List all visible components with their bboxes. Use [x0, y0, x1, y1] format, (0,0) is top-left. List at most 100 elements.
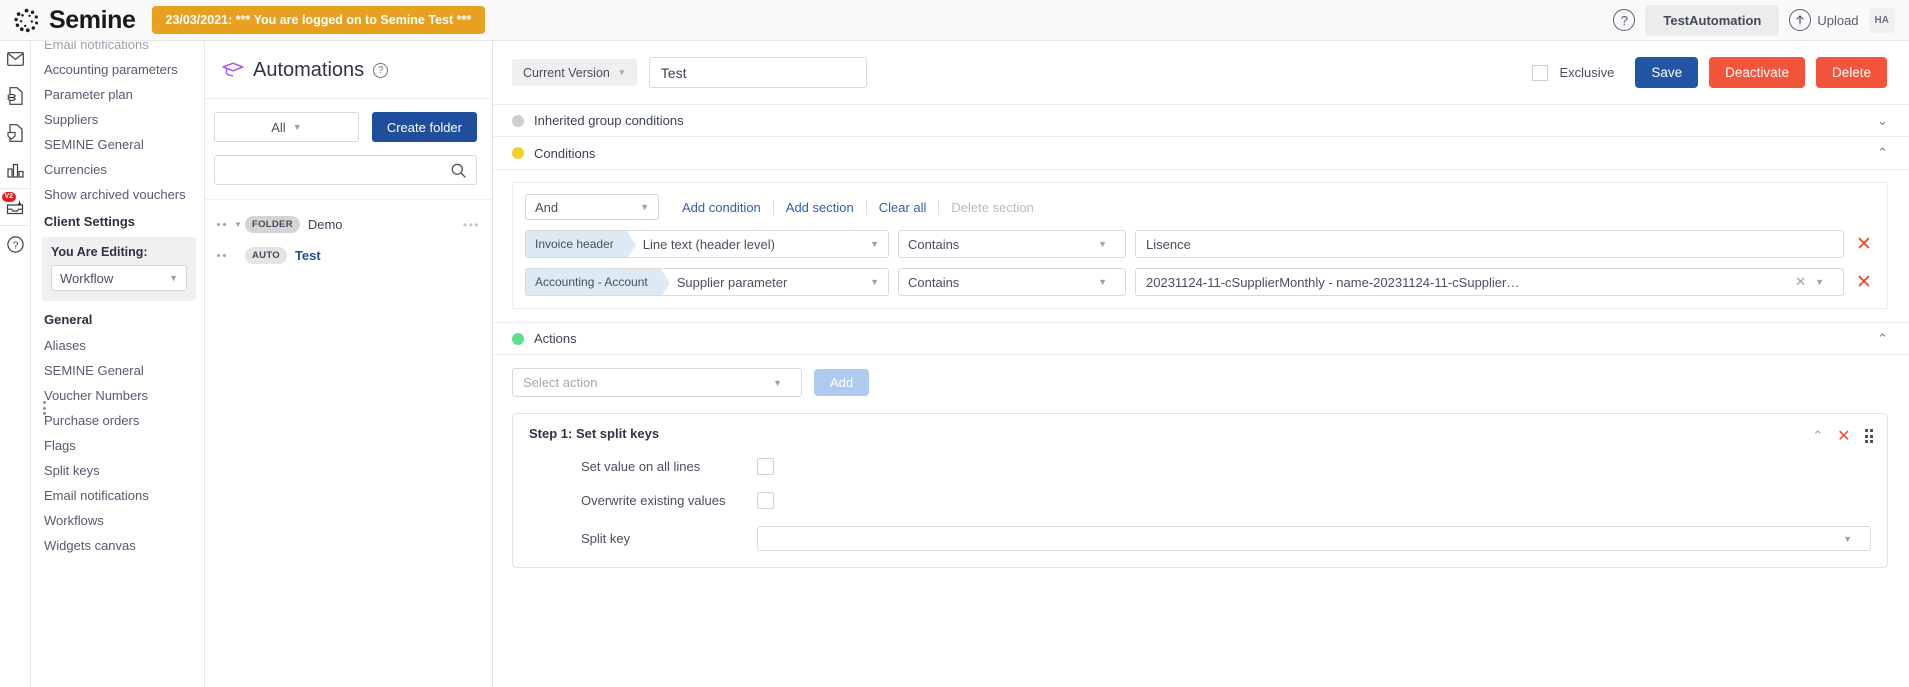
create-folder-button[interactable]: Create folder: [372, 112, 477, 142]
environment-chip[interactable]: TestAutomation: [1645, 5, 1779, 36]
panel-resize-handle[interactable]: [43, 401, 46, 415]
remove-step-icon[interactable]: ✕: [1837, 426, 1850, 446]
nav-item-semine-general[interactable]: SEMINE General: [31, 358, 204, 383]
chevron-down-icon[interactable]: ⌄: [1877, 113, 1888, 129]
condition-field-value: Line text (header level): [643, 237, 775, 252]
nav-item-email-notifications[interactable]: Email notifications: [31, 483, 204, 508]
nav-item-show-archived-vouchers[interactable]: Show archived vouchers: [31, 182, 204, 207]
svg-text:?: ?: [12, 240, 18, 251]
automations-filter-value: All: [271, 120, 285, 135]
step-field-label: Set value on all lines: [529, 459, 757, 474]
rail-item-document-export-icon[interactable]: [0, 115, 31, 152]
search-input[interactable]: [225, 162, 451, 179]
nav-item-suppliers[interactable]: Suppliers: [31, 107, 204, 132]
drag-handle-icon[interactable]: [217, 223, 231, 226]
question-circle-icon[interactable]: ?: [373, 63, 388, 78]
editor-actions: Exclusive Save Deactivate Delete: [1532, 57, 1887, 88]
nav-item-purchase-orders[interactable]: Purchase orders: [31, 408, 204, 433]
brand[interactable]: Semine: [13, 7, 136, 34]
upload-label: Upload: [1817, 13, 1858, 28]
exclusive-checkbox[interactable]: [1532, 65, 1548, 81]
save-button[interactable]: Save: [1635, 57, 1698, 88]
condition-operator-select[interactable]: Contains ▼: [898, 268, 1126, 296]
actions-section[interactable]: Actions ⌃: [493, 322, 1909, 355]
search-icon[interactable]: [451, 163, 466, 178]
set-value-on-all-lines-checkbox[interactable]: [757, 458, 774, 475]
remove-condition-icon[interactable]: ✕: [1853, 233, 1875, 256]
actions-title: Actions: [534, 331, 577, 346]
chevron-up-icon[interactable]: ⌃: [1812, 428, 1823, 444]
question-mark-icon[interactable]: ?: [1613, 9, 1635, 31]
condition-value-input[interactable]: Lisence: [1135, 230, 1844, 258]
nav-item-split-keys[interactable]: Split keys: [31, 458, 204, 483]
chevron-down-icon[interactable]: ▼: [231, 220, 245, 229]
nav-item-currencies[interactable]: Currencies: [31, 157, 204, 182]
nav-item-parameter-plan[interactable]: Parameter plan: [31, 82, 204, 107]
automations-filter-select[interactable]: All ▼: [214, 112, 359, 142]
nav-item-accounting-parameters[interactable]: Accounting parameters: [31, 57, 204, 82]
logic-operator-select[interactable]: And ▼: [525, 194, 659, 220]
tree-row-folder[interactable]: ▼ FOLDER Demo •••: [205, 209, 492, 240]
you-are-editing-label: You Are Editing:: [51, 245, 187, 259]
nav-item-workflows[interactable]: Workflows: [31, 508, 204, 533]
avatar[interactable]: HA: [1869, 8, 1895, 33]
chevron-up-icon[interactable]: ⌃: [1877, 331, 1888, 347]
clear-value-icon[interactable]: ✕: [1787, 274, 1806, 290]
login-status-banner: 23/03/2021: *** You are logged on to Sem…: [152, 6, 486, 34]
drag-handle-icon[interactable]: [1865, 429, 1874, 443]
document-stack-icon: [7, 87, 23, 105]
chevron-up-icon[interactable]: ⌃: [1877, 145, 1888, 161]
chevron-down-icon: ▼: [293, 122, 302, 132]
nav-item-email-notifications-top[interactable]: Email notifications: [31, 41, 204, 57]
clear-all-link[interactable]: Clear all: [867, 200, 940, 215]
condition-field-select[interactable]: Accounting - Account Supplier parameter …: [525, 268, 889, 296]
overwrite-existing-values-checkbox[interactable]: [757, 492, 774, 509]
remove-condition-icon[interactable]: ✕: [1853, 271, 1875, 294]
version-label: Current Version: [523, 66, 610, 80]
automation-name-input[interactable]: [649, 57, 867, 88]
select-action-dropdown[interactable]: Select action ▼: [512, 368, 802, 397]
condition-field-select[interactable]: Invoice header Line text (header level) …: [525, 230, 889, 258]
add-condition-link[interactable]: Add condition: [670, 200, 774, 215]
add-action-button[interactable]: Add: [814, 369, 869, 396]
chevron-down-icon: ▼: [169, 273, 178, 283]
nav-item-widgets-canvas[interactable]: Widgets canvas: [31, 533, 204, 558]
more-options-icon[interactable]: •••: [463, 218, 480, 232]
conditions-title: Conditions: [534, 146, 595, 161]
chevron-down-icon: ▼: [1098, 277, 1107, 287]
condition-scope-pill: Accounting - Account: [526, 269, 662, 295]
rail-item-envelope-icon[interactable]: [0, 41, 31, 78]
delete-section-link: Delete section: [939, 200, 1045, 215]
step-field-overwrite-existing-values: Overwrite existing values: [529, 492, 1871, 509]
rail-item-bar-chart-icon[interactable]: [0, 152, 31, 189]
drag-handle-icon[interactable]: [217, 254, 231, 257]
condition-value-select[interactable]: 20231124-11-cSupplierMonthly - name-2023…: [1135, 268, 1844, 296]
nav-item-semine-general-top[interactable]: SEMINE General: [31, 132, 204, 157]
tree-row-automation[interactable]: AUTO Test: [205, 240, 492, 271]
rail-item-question-circle-icon[interactable]: ?: [0, 226, 31, 263]
deactivate-button[interactable]: Deactivate: [1709, 57, 1805, 88]
tree-item-label[interactable]: Test: [295, 248, 321, 263]
select-action-placeholder: Select action: [523, 375, 597, 390]
automations-filter-bar: All ▼ Create folder: [205, 99, 492, 142]
split-key-select[interactable]: ▼: [757, 526, 1871, 551]
editing-scope-select[interactable]: Workflow ▼: [51, 265, 187, 291]
upload-button[interactable]: Upload: [1789, 9, 1858, 31]
automations-search[interactable]: [214, 155, 477, 185]
condition-operator-select[interactable]: Contains ▼: [898, 230, 1126, 258]
status-dot-icon: [512, 333, 524, 345]
page-title: Automations: [253, 59, 364, 82]
nav-item-voucher-numbers[interactable]: Voucher Numbers: [31, 383, 204, 408]
rail-item-inbox-download-icon[interactable]: V2: [0, 189, 31, 226]
rail-item-document-stack-icon[interactable]: [0, 78, 31, 115]
version-select[interactable]: Current Version ▼: [512, 59, 637, 86]
nav-item-aliases[interactable]: Aliases: [31, 333, 204, 358]
add-section-link[interactable]: Add section: [774, 200, 867, 215]
tree-item-label[interactable]: Demo: [308, 217, 343, 232]
automations-panel: Automations ? All ▼ Create folder ▼ FOLD…: [205, 41, 493, 687]
conditions-section[interactable]: Conditions ⌃: [493, 137, 1909, 170]
nav-item-flags[interactable]: Flags: [31, 433, 204, 458]
step-field-label: Overwrite existing values: [529, 493, 757, 508]
inherited-conditions-section[interactable]: Inherited group conditions ⌄: [493, 104, 1909, 137]
delete-button[interactable]: Delete: [1816, 57, 1887, 88]
